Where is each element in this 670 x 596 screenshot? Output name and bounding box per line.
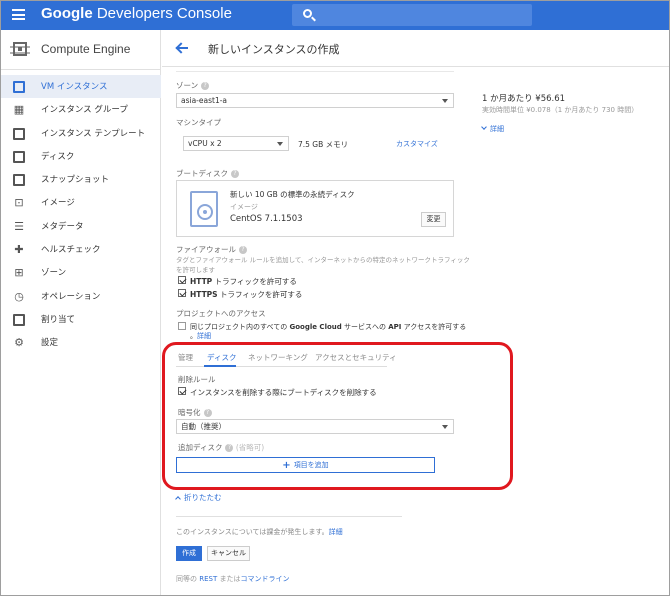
caret-down-icon xyxy=(442,99,448,103)
sidebar-item-label: ゾーン xyxy=(41,268,67,279)
zone-select[interactable]: asia-east1-a xyxy=(176,93,454,108)
monthly-price: 1 か月あたり ¥56.61 xyxy=(482,94,566,104)
caret-down-icon xyxy=(277,142,283,146)
zone-icon: ⊞ xyxy=(14,266,24,280)
menu-icon[interactable] xyxy=(12,9,25,20)
help-icon[interactable]: ? xyxy=(239,246,247,254)
sidebar-item-label: インスタンス テンプレート xyxy=(41,128,146,139)
project-access-details-link[interactable]: 詳細 xyxy=(197,332,211,340)
chevron-up-icon xyxy=(175,496,181,502)
create-button[interactable]: 作成 xyxy=(176,546,202,561)
annotation-highlight xyxy=(162,342,513,490)
help-icon[interactable]: ? xyxy=(230,170,239,178)
brand-title[interactable]: Google Developers Console xyxy=(41,5,232,22)
https-checkbox[interactable] xyxy=(178,289,186,297)
compute-engine-chip-icon xyxy=(10,42,30,56)
sidebar-nav: VM インスタンス ▦ インスタンス グループ インスタンス テンプレート ディ… xyxy=(1,75,161,355)
sidebar-item-label: メタデータ xyxy=(41,221,84,232)
boot-disk-card: 新しい 10 GB の標準の永続ディスク イメージ CentOS 7.1.150… xyxy=(176,180,454,237)
billing-note: このインスタンスについては課金が発生します。詳細 xyxy=(176,528,343,536)
snapshot-icon xyxy=(13,174,25,187)
health-check-icon: ✚ xyxy=(14,243,24,257)
sidebar-item-label: オペレーション xyxy=(41,291,101,302)
machine-type-label: マシンタイプ xyxy=(176,118,221,127)
disk-icon xyxy=(13,150,25,163)
sidebar-item-quotas[interactable]: 割り当て xyxy=(1,308,161,331)
change-boot-disk-button[interactable]: 変更 xyxy=(421,212,446,227)
chevron-down-icon xyxy=(481,124,487,130)
instance-template-icon xyxy=(13,127,25,140)
operations-icon: ◷ xyxy=(14,289,24,303)
product-header[interactable]: Compute Engine xyxy=(1,30,161,70)
main-content: 新しいインスタンスの作成 ゾーン? asia-east1-a マシンタイプ vC… xyxy=(162,30,669,595)
app-bar: Google Developers Console xyxy=(1,1,669,30)
firewall-description-line1: タグとファイアウォール ルールを追加して、インターネットからの特定のネットワーク… xyxy=(176,256,470,264)
sidebar-item-label: イメージ xyxy=(41,198,75,209)
metadata-icon: ☰ xyxy=(14,219,24,233)
machine-type-select[interactable]: vCPU x 2 xyxy=(183,136,289,151)
search-icon xyxy=(303,9,312,18)
page-title: 新しいインスタンスの作成 xyxy=(208,43,340,56)
project-access-label: プロジェクトへのアクセス xyxy=(176,309,266,318)
boot-disk-icon xyxy=(190,191,218,227)
product-name: Compute Engine xyxy=(41,42,131,56)
boot-disk-title: 新しい 10 GB の標準の永続ディスク xyxy=(230,190,355,199)
sidebar-item-label: ヘルスチェック xyxy=(41,245,101,256)
console-window: Google Developers Console Compute Engine… xyxy=(0,0,670,596)
boot-image-value: CentOS 7.1.1503 xyxy=(230,214,303,224)
cancel-button[interactable]: キャンセル xyxy=(207,546,250,561)
sidebar-item-images[interactable]: ⊡ イメージ xyxy=(1,191,161,214)
boot-disk-label: ブートディスク? xyxy=(176,168,239,179)
rest-link[interactable]: REST xyxy=(199,575,217,583)
sidebar-item-operations[interactable]: ◷ オペレーション xyxy=(1,285,161,308)
project-api-access-checkbox[interactable] xyxy=(178,322,186,330)
divider xyxy=(176,516,402,517)
sidebar-item-metadata[interactable]: ☰ メタデータ xyxy=(1,215,161,238)
project-api-access-line2: 。詳細 xyxy=(190,332,211,340)
sidebar-item-snapshots[interactable]: スナップショット xyxy=(1,168,161,191)
sidebar: Compute Engine VM インスタンス ▦ インスタンス グループ イ… xyxy=(1,30,161,595)
command-line-link[interactable]: コマンドライン xyxy=(240,575,289,583)
sidebar-item-label: ディスク xyxy=(41,151,75,162)
scroll-edge xyxy=(176,67,454,72)
http-label: HTTP トラフィックを許可する xyxy=(190,277,297,286)
zone-label: ゾーン? xyxy=(176,80,210,91)
memory-text: 7.5 GB メモリ xyxy=(298,140,349,149)
firewall-description-line2: を許可します xyxy=(176,266,215,274)
billing-details-link[interactable]: 詳細 xyxy=(329,528,343,536)
project-api-access-label: 同じプロジェクト内のすべての Google Cloud サービスへの API ア… xyxy=(190,323,467,331)
boot-image-label: イメージ xyxy=(230,203,258,211)
search-input[interactable] xyxy=(292,4,532,26)
help-icon[interactable]: ? xyxy=(201,82,210,90)
image-icon: ⊡ xyxy=(14,196,24,210)
sidebar-item-settings[interactable]: ⚙ 設定 xyxy=(1,331,161,354)
instance-group-icon: ▦ xyxy=(13,103,25,117)
sidebar-item-vm-instances[interactable]: VM インスタンス xyxy=(1,75,161,99)
vm-instance-icon xyxy=(13,81,25,93)
sidebar-item-instance-templates[interactable]: インスタンス テンプレート xyxy=(1,122,161,145)
sidebar-item-label: VM インスタンス xyxy=(41,82,108,92)
price-details-link[interactable]: 詳細 xyxy=(481,124,504,134)
http-checkbox[interactable] xyxy=(178,276,186,284)
gear-icon: ⚙ xyxy=(14,336,24,350)
sidebar-item-instance-groups[interactable]: ▦ インスタンス グループ xyxy=(1,98,161,121)
sidebar-item-disks[interactable]: ディスク xyxy=(1,145,161,168)
page-header: 新しいインスタンスの作成 xyxy=(162,30,669,67)
sidebar-item-zones[interactable]: ⊞ ゾーン xyxy=(1,261,161,284)
https-label: HTTPS トラフィックを許可する xyxy=(190,290,303,299)
equivalent-rest-line: 同等の REST またはコマンドライン xyxy=(176,575,290,583)
sidebar-item-label: スナップショット xyxy=(41,175,110,186)
back-arrow-icon[interactable] xyxy=(176,42,188,54)
sidebar-item-label: インスタンス グループ xyxy=(41,105,128,116)
customize-link[interactable]: カスタマイズ xyxy=(396,139,438,149)
sidebar-item-label: 割り当て xyxy=(41,314,76,325)
sidebar-item-label: 設定 xyxy=(41,338,59,349)
hourly-price: 実効時間単位 ¥0.078（1 か月あたり 730 時間） xyxy=(482,106,639,114)
sidebar-item-health-checks[interactable]: ✚ ヘルスチェック xyxy=(1,238,161,261)
quota-icon xyxy=(13,313,25,326)
collapse-link[interactable]: 折りたたむ xyxy=(175,492,222,503)
